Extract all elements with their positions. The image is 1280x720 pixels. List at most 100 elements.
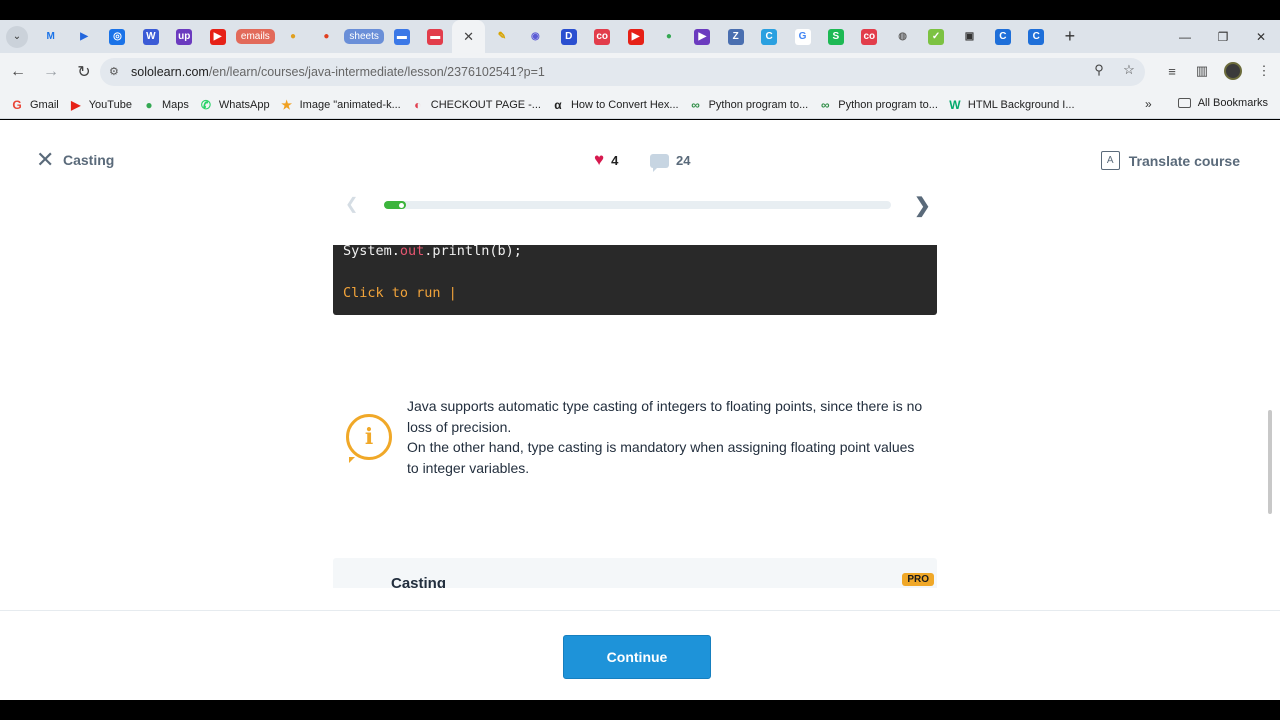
zoom-icon[interactable]: ⚲: [1091, 62, 1107, 78]
bookmark-maps[interactable]: ● Maps: [142, 98, 189, 112]
bookmark-label: Gmail: [30, 98, 59, 111]
tab-sololearn-1[interactable]: co: [585, 20, 618, 53]
lesson-progress-bar: [384, 201, 891, 209]
tab-d-app[interactable]: D: [552, 20, 585, 53]
tab-maps-1[interactable]: ●: [276, 20, 309, 53]
click-to-run[interactable]: Click to run |: [343, 285, 457, 301]
more-bookmarks-icon[interactable]: »: [1145, 97, 1152, 111]
tab-google[interactable]: G: [786, 20, 819, 53]
bookmark-label: HTML Background I...: [967, 98, 1075, 111]
translate-icon: A: [1100, 151, 1120, 170]
favicon-icon: Z: [727, 28, 744, 45]
bookmark-list: G Gmail ▶ YouTube ● Maps ✆ WhatsApp ★ Image "anim…: [0, 98, 1075, 112]
likes-button[interactable]: ♥ 4: [594, 151, 619, 168]
likes-count: 4: [611, 152, 619, 168]
code-line: System.out.println(b);: [343, 244, 522, 259]
tab-gmail-m[interactable]: M: [34, 20, 67, 53]
favicon-icon: C: [761, 28, 778, 45]
tab-youtube-2[interactable]: ▶: [619, 20, 652, 53]
bookmark-label: How to Convert Hex...: [570, 98, 679, 111]
tab-word[interactable]: W: [134, 20, 167, 53]
bookmark-image-animated[interactable]: ★ Image "animated-k...: [280, 98, 401, 112]
tab-c-app-2[interactable]: C: [1020, 20, 1053, 53]
tab-green-app[interactable]: ✓: [919, 20, 952, 53]
bookmark-label: YouTube: [88, 98, 132, 111]
menu-icon[interactable]: ⋮: [1256, 63, 1272, 79]
favicon-icon: ●: [290, 31, 297, 42]
tab-globe[interactable]: ◍: [886, 20, 919, 53]
tab-window-app[interactable]: ▣: [953, 20, 986, 53]
reload-icon[interactable]: ↻: [69, 57, 99, 87]
tab-c-app-1[interactable]: C: [986, 20, 1019, 53]
side-panel-icon[interactable]: ▥: [1194, 63, 1210, 79]
code-block[interactable]: System.out.println(b); Click to run |: [333, 244, 937, 315]
previous-arrow-icon[interactable]: ❮: [345, 194, 358, 214]
tab-maps-3[interactable]: ●: [652, 20, 685, 53]
bookmark-gmail[interactable]: G Gmail: [10, 98, 59, 112]
bookmark-python-1[interactable]: ∞ Python program to...: [689, 98, 808, 112]
media-control-icon[interactable]: ≡: [1164, 64, 1180, 79]
progress-fill: [384, 201, 406, 209]
bookmark-html-bg[interactable]: W HTML Background I...: [948, 98, 1075, 112]
tab-notes[interactable]: Z: [719, 20, 752, 53]
bottom-black-strip: [0, 700, 1280, 720]
tab-group-label[interactable]: emails: [235, 29, 275, 44]
tab-upwork[interactable]: up: [168, 20, 201, 53]
url-text[interactable]: sololearn.com/en/learn/courses/java-inte…: [131, 65, 545, 79]
tab-active-tab[interactable]: ✕: [451, 20, 486, 53]
bookmark-label: CHECKOUT PAGE -...: [430, 98, 541, 111]
bookmark-youtube[interactable]: ▶ YouTube: [69, 98, 132, 112]
tab-maps-2[interactable]: ●: [310, 20, 343, 53]
favicon-icon: up: [176, 28, 193, 45]
lesson-content[interactable]: System.out.println(b); Click to run | i …: [0, 244, 1280, 588]
favicon-icon: co: [594, 28, 611, 45]
next-arrow-icon[interactable]: ❯: [914, 193, 931, 218]
tab-youtube[interactable]: ▶: [201, 20, 234, 53]
close-window-icon[interactable]: ✕: [1242, 20, 1280, 53]
tab-chrome-c[interactable]: ◎: [101, 20, 134, 53]
minimize-icon[interactable]: —: [1166, 20, 1204, 53]
tab-bar: ⌄ M ▶ ◎ Wup ▶ emails ● ● sheets ▬ ▬ ✕ ✎ ◉ Dco ▶ ● ▶ Z C G Sco…: [0, 20, 1280, 53]
new-tab-button[interactable]: +: [1057, 24, 1083, 50]
bookmark-label: WhatsApp: [218, 98, 270, 111]
tab-red-doc[interactable]: ▬: [419, 20, 452, 53]
tab-s-app[interactable]: S: [819, 20, 852, 53]
tab-meet[interactable]: ▶: [686, 20, 719, 53]
continue-button[interactable]: Continue: [563, 635, 711, 679]
favicon-icon: ●: [665, 31, 672, 42]
bookmark-checkout[interactable]: ◐ CHECKOUT PAGE -...: [411, 98, 541, 112]
tab-emails-group[interactable]: emails: [234, 20, 276, 53]
site-info-icon[interactable]: ⚙: [109, 65, 123, 79]
profile-avatar[interactable]: [1224, 62, 1242, 80]
favicon-icon: M: [46, 31, 55, 42]
info-icon: i: [346, 414, 392, 463]
tab-copilot[interactable]: C: [752, 20, 785, 53]
tab-group-label[interactable]: sheets: [344, 29, 384, 44]
comments-button[interactable]: 24: [650, 153, 690, 172]
forward-icon[interactable]: →: [36, 57, 66, 87]
restore-icon[interactable]: ❐: [1204, 20, 1242, 53]
lesson-title: Casting: [63, 152, 115, 168]
all-bookmarks-button[interactable]: All Bookmarks: [1177, 97, 1268, 109]
tab-search-icon[interactable]: ⌄: [6, 25, 28, 48]
tab-pencil[interactable]: ✎: [485, 20, 518, 53]
tab-docs[interactable]: ▬: [385, 20, 418, 53]
tab-play[interactable]: ▶: [67, 20, 100, 53]
close-lesson-icon[interactable]: ✕: [36, 149, 54, 171]
tab-edge[interactable]: ◉: [519, 20, 552, 53]
address-bar[interactable]: ⚙ sololearn.com/en/learn/courses/java-in…: [100, 58, 1145, 86]
translate-course-button[interactable]: A Translate course: [1100, 151, 1240, 170]
pro-lesson-card[interactable]: Casting PRO: [333, 558, 937, 588]
page-scrollbar[interactable]: [1268, 410, 1272, 514]
bookmark-convert-hex[interactable]: α How to Convert Hex...: [551, 98, 679, 112]
tab-sheets-group[interactable]: sheets: [343, 20, 385, 53]
favicon-icon: ▬: [427, 28, 444, 45]
tab-sololearn-2[interactable]: co: [853, 20, 886, 53]
progress-dot: [399, 202, 404, 208]
back-icon[interactable]: ←: [3, 57, 33, 87]
bookmark-star-icon[interactable]: ☆: [1121, 62, 1137, 78]
bookmark-label: Maps: [161, 98, 189, 111]
close-tab-icon[interactable]: ✕: [461, 29, 477, 45]
bookmark-python-2[interactable]: ∞ Python program to...: [818, 98, 938, 112]
bookmark-whatsapp[interactable]: ✆ WhatsApp: [199, 98, 270, 112]
